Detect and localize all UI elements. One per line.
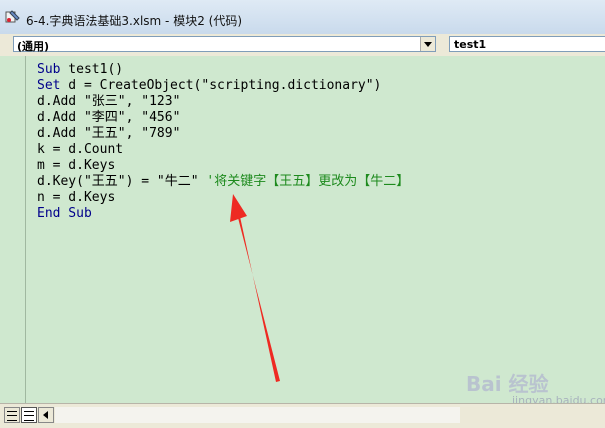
full-module-view-icon [24,411,34,421]
chevron-down-icon [424,42,432,47]
code-text[interactable]: Sub test1() Set d = CreateObject("scripti… [37,62,409,222]
procedure-combo[interactable]: test1 [449,36,605,52]
combo-bar: (通用) test1 [0,34,605,57]
horizontal-scrollbar[interactable] [0,403,605,428]
code-statement: n = d.Keys [37,190,116,205]
code-keyword: End Sub [37,206,92,221]
code-line[interactable]: d.Key("王五") = "牛二" '将关键字【王五】更改为【牛二】 [37,174,409,190]
full-module-view-button[interactable] [21,407,37,423]
procedure-view-button[interactable] [4,407,20,423]
code-statement: d.Add "王五", "789" [37,126,181,141]
code-line[interactable]: n = d.Keys [37,190,409,206]
title-bar: 6-4.字典语法基础3.xlsm - 模块2 (代码) [0,0,605,34]
object-combo[interactable]: (通用) [13,36,436,53]
code-comment: '将关键字【王五】更改为【牛二】 [206,174,410,189]
code-statement: test1() [60,62,124,77]
object-combo-dropdown-button[interactable] [420,37,435,51]
code-statement: d.Key("王五") = "牛二" [37,174,207,189]
code-line[interactable]: k = d.Count [37,142,409,158]
code-statement: k = d.Count [37,142,124,157]
code-statement: d = CreateObject("scripting.dictionary") [60,78,382,93]
code-line[interactable]: Set d = CreateObject("scripting.dictiona… [37,78,409,94]
procedure-view-icon [7,411,17,421]
code-statement: d.Add "张三", "123" [37,94,181,109]
arrow-left-icon [43,411,48,419]
code-line[interactable]: m = d.Keys [37,158,409,174]
code-keyword: Set [37,78,61,93]
indicator-margin[interactable] [0,56,26,403]
window-title: 6-4.字典语法基础3.xlsm - 模块2 (代码) [26,14,243,28]
scroll-left-button[interactable] [38,407,54,423]
object-combo-value: (通用) [17,40,50,53]
code-statement: m = d.Keys [37,158,116,173]
procedure-combo-value: test1 [454,38,487,51]
code-line[interactable]: d.Add "王五", "789" [37,126,409,142]
scroll-track[interactable] [55,407,460,423]
code-line[interactable]: End Sub [37,206,409,222]
code-line[interactable]: d.Add "李四", "456" [37,110,409,126]
watermark: Bai 经验 [466,372,549,396]
code-statement: d.Add "李四", "456" [37,110,181,125]
vba-module-icon [5,10,20,23]
code-keyword: Sub [37,62,61,77]
code-editor[interactable]: Sub test1() Set d = CreateObject("scripti… [0,56,605,403]
code-line[interactable]: Sub test1() [37,62,409,78]
code-line[interactable]: d.Add "张三", "123" [37,94,409,110]
